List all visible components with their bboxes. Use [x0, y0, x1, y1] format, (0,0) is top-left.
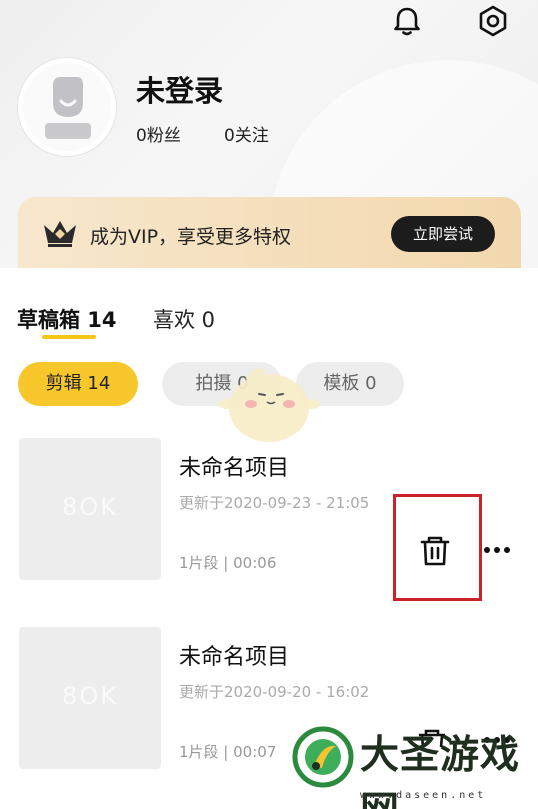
vip-banner[interactable]: 成为VIP，享受更多特权 立即尝试 — [18, 197, 521, 271]
watermark-url: www.daseen.net — [360, 790, 487, 801]
project-updated: 更新于2020-09-20 - 16:02 — [179, 683, 370, 701]
user-placeholder-icon — [45, 77, 91, 139]
project-thumbnail[interactable]: 8OK — [19, 438, 161, 580]
vip-text: 成为VIP，享受更多特权 — [90, 226, 292, 248]
thumbnail-logo: 8OK — [62, 682, 118, 710]
vip-try-button[interactable]: 立即尝试 — [391, 216, 495, 252]
tab-likes[interactable]: 喜欢 0 — [153, 304, 215, 334]
username[interactable]: 未登录 — [136, 68, 223, 110]
watermark-logo — [292, 726, 354, 788]
more-icon[interactable] — [482, 545, 512, 555]
tab-drafts[interactable]: 草稿箱 14 — [17, 304, 117, 334]
following-count[interactable]: 0关注 — [224, 121, 269, 146]
project-card[interactable]: 8OK 未命名项目 更新于2020-09-23 - 21:05 1片段 | 00… — [0, 438, 538, 601]
filter-edit[interactable]: 剪辑 14 — [18, 362, 138, 406]
project-updated: 更新于2020-09-23 - 21:05 — [179, 494, 370, 512]
avatar[interactable] — [18, 58, 116, 156]
crown-icon — [44, 221, 76, 247]
project-meta: 1片段 | 00:07 — [179, 743, 277, 761]
project-meta: 1片段 | 00:06 — [179, 554, 277, 572]
project-thumbnail[interactable]: 8OK — [19, 627, 161, 769]
site-watermark: 大圣游戏网 www.daseen.net — [290, 720, 538, 809]
mascot-image — [218, 368, 320, 442]
bell-icon[interactable] — [390, 4, 424, 38]
gear-icon[interactable] — [476, 4, 510, 38]
trash-icon[interactable] — [419, 534, 451, 568]
fans-count[interactable]: 0粉丝 — [136, 121, 181, 146]
project-title[interactable]: 未命名项目 — [179, 450, 289, 482]
delete-highlight-box — [393, 494, 482, 601]
active-tab-indicator — [42, 335, 96, 339]
project-title[interactable]: 未命名项目 — [179, 639, 289, 671]
thumbnail-logo: 8OK — [62, 493, 118, 521]
